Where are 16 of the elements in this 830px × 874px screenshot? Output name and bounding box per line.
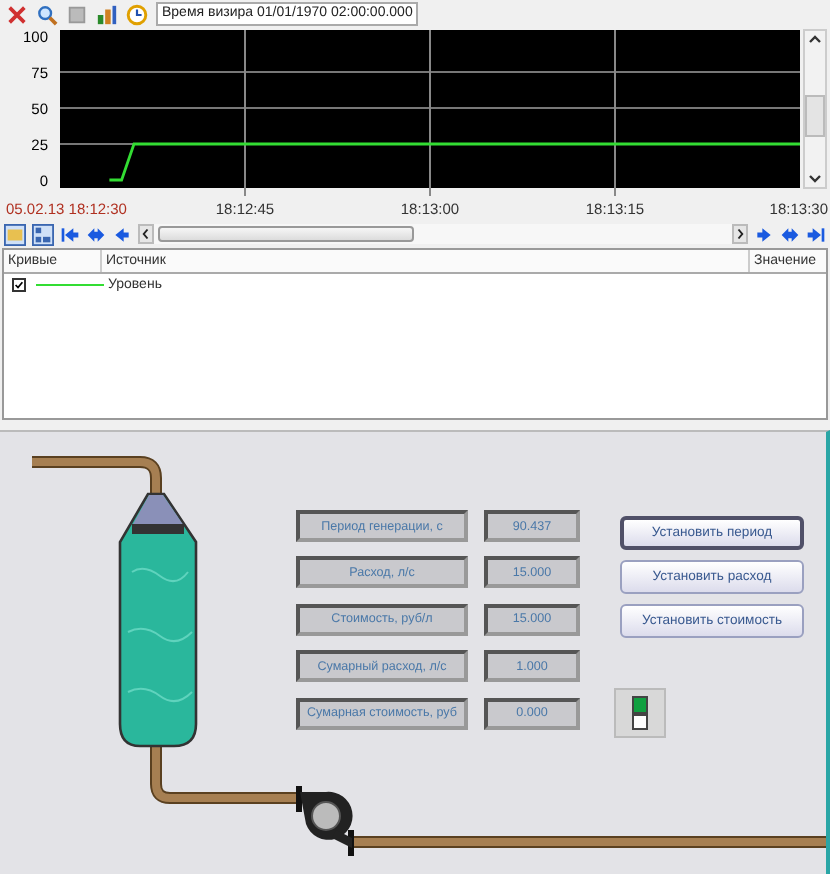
zoom-icon[interactable]	[36, 3, 58, 25]
pump-drawing	[296, 786, 354, 856]
pump-toggle-switch[interactable]	[614, 688, 666, 738]
bar-chart-icon[interactable]	[96, 3, 118, 25]
vertical-scrollbar[interactable]	[803, 29, 827, 189]
chart-view-icon[interactable]	[4, 223, 26, 245]
last-icon[interactable]	[806, 225, 826, 243]
horizontal-scrollbar[interactable]	[138, 224, 748, 244]
scroll-left-icon[interactable]	[138, 224, 154, 244]
scroll-right-icon[interactable]	[732, 224, 748, 244]
forward-icon[interactable]	[754, 225, 774, 243]
curve-checkbox[interactable]	[12, 277, 26, 291]
first-icon[interactable]	[60, 225, 80, 243]
clock-icon[interactable]	[126, 3, 148, 25]
back-icon[interactable]	[112, 225, 132, 243]
table-view-icon[interactable]	[32, 223, 54, 245]
